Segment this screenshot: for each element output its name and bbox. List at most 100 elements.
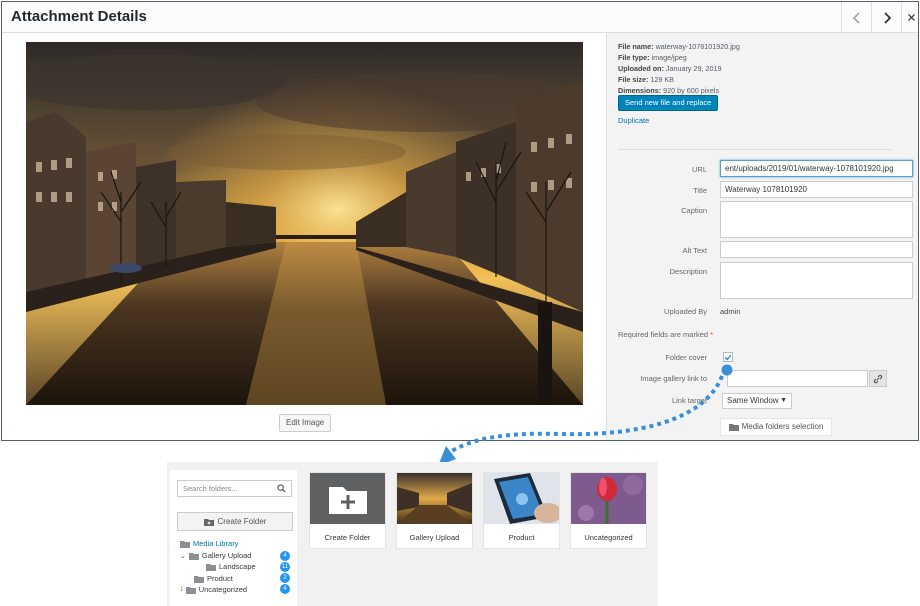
image-preview-pane: Edit Image: [2, 33, 606, 440]
checkmark-icon: [724, 354, 732, 360]
folder-icon: [180, 540, 190, 548]
folder-cover-label: Folder cover: [665, 353, 707, 362]
dimensions-value: 920 by 600 pixels: [663, 86, 720, 95]
folder-count-badge: 4: [280, 551, 290, 561]
dimensions-label: Dimensions:: [618, 86, 662, 95]
attachment-image: [26, 42, 583, 405]
tree-item-label: Media Library: [193, 539, 239, 548]
url-input[interactable]: ent/uploads/2019/01/waterway-1078101920.…: [720, 160, 913, 177]
required-star: *: [710, 330, 714, 339]
title-input[interactable]: Waterway 1078101920: [720, 181, 913, 198]
uncategorized-thumb: [571, 473, 646, 524]
tree-item-label: Product: [207, 574, 233, 583]
folder-tree-panel: Search folders... Create Folder Media Li…: [170, 470, 297, 606]
phone-thumbnail: [484, 473, 559, 524]
media-folders-selection-button[interactable]: Media folders selection: [720, 418, 832, 436]
folder-plus-icon: [203, 518, 214, 526]
media-folders-selection-label: Media folders selection: [741, 422, 824, 431]
folder-icon: [206, 563, 216, 571]
next-button[interactable]: [871, 2, 901, 33]
tree-item-product[interactable]: Product: [194, 574, 233, 583]
folder-plus-icon: [328, 486, 367, 514]
gallery-link-label: Image gallery link to: [640, 374, 707, 383]
tulip-thumbnail: [571, 473, 646, 524]
folder-icon: [188, 552, 199, 560]
tile-create-folder[interactable]: Create Folder: [309, 472, 386, 549]
description-textarea[interactable]: [720, 262, 913, 299]
link-icon: [873, 374, 883, 383]
uploaded-by-label: Uploaded By: [664, 307, 707, 316]
chevron-right-icon: [883, 11, 891, 24]
file-type-label: File type:: [618, 53, 650, 62]
tree-item-gallery-upload[interactable]: ⌄ Gallery Upload: [180, 551, 251, 560]
folder-cover-checkbox[interactable]: [723, 352, 733, 362]
product-thumb: [484, 473, 559, 524]
tree-item-label: Landscape: [219, 562, 256, 571]
folder-icon: [728, 424, 739, 431]
alt-text-label: Alt Text: [682, 246, 707, 255]
modal-header: Attachment Details: [2, 2, 918, 33]
description-label: Description: [669, 267, 707, 276]
search-icon: [277, 484, 286, 493]
gallery-upload-thumb: [397, 473, 472, 524]
required-note-text: Required fields are marked: [618, 330, 709, 339]
url-label: URL: [691, 165, 707, 174]
caret-down-icon: ▼: [780, 397, 787, 404]
uploaded-on-value: January 29, 2019: [665, 64, 722, 73]
uploaded-on-label: Uploaded on:: [618, 64, 664, 73]
tile-label: Uncategorized: [584, 533, 633, 542]
duplicate-link[interactable]: Duplicate: [618, 116, 649, 125]
tree-item-uncategorized[interactable]: ˩ Uncategorized: [180, 585, 247, 594]
tile-label: Product: [508, 533, 535, 542]
close-icon: [907, 14, 915, 21]
attachment-details-modal: Attachment Details Edit Image File name:…: [1, 1, 919, 441]
tile-uncategorized[interactable]: Uncategorized: [570, 472, 647, 549]
chevron-left-icon: [852, 11, 860, 24]
tile-label: Gallery Upload: [409, 533, 460, 542]
close-button[interactable]: [901, 2, 918, 33]
search-folders-input[interactable]: Search folders...: [177, 480, 292, 497]
tree-branch-icon: ˩: [180, 586, 183, 593]
folder-count-badge: 11: [280, 562, 290, 572]
file-size-value: 129 KB: [650, 75, 674, 84]
modal-title: Attachment Details: [11, 8, 147, 25]
tree-item-media-library[interactable]: Media Library: [180, 539, 238, 548]
gallery-link-input[interactable]: [727, 370, 868, 387]
file-name-label: File name:: [618, 42, 654, 51]
file-name-value: waterway-1078101920.jpg: [655, 42, 740, 51]
caption-textarea[interactable]: [720, 201, 913, 238]
link-button[interactable]: [869, 370, 887, 387]
edit-image-button[interactable]: Edit Image: [279, 414, 332, 432]
create-folder-label: Create Folder: [217, 517, 267, 526]
attachment-details-sidebar: File name: waterway-1078101920.jpg File …: [606, 33, 918, 440]
file-meta: File name: waterway-1078101920.jpg File …: [618, 41, 740, 96]
tree-item-label: Gallery Upload: [201, 551, 252, 560]
folder-icon: [194, 575, 204, 583]
uploaded-by-value: admin: [720, 307, 741, 316]
search-placeholder: Search folders...: [183, 484, 238, 493]
tile-label: Create Folder: [324, 533, 371, 542]
tree-item-label: Uncategorized: [198, 585, 248, 594]
canal-thumbnail: [397, 473, 472, 524]
folder-count-badge: 2: [280, 573, 290, 583]
folder-count-badge: 4: [280, 584, 290, 594]
link-target-select[interactable]: Same Window ▼: [722, 393, 792, 409]
tile-gallery-upload[interactable]: Gallery Upload: [396, 472, 473, 549]
required-note: Required fields are marked *: [618, 330, 713, 339]
file-type-value: image/jpeg: [651, 53, 687, 62]
caption-label: Caption: [681, 206, 707, 215]
tree-item-landscape[interactable]: Landscape: [206, 562, 256, 571]
previous-button[interactable]: [841, 2, 871, 33]
create-folder-thumb: [310, 473, 385, 524]
divider: [618, 149, 892, 150]
tile-product[interactable]: Product: [483, 472, 560, 549]
link-target-label: Link target: [671, 396, 707, 405]
create-folder-button[interactable]: Create Folder: [177, 512, 293, 531]
folder-icon: [185, 586, 196, 594]
alt-text-input[interactable]: [720, 241, 913, 258]
send-new-file-button[interactable]: Send new file and replace: [618, 95, 719, 111]
title-label: Title: [693, 186, 707, 195]
media-folders-panel: Search folders... Create Folder Media Li…: [167, 462, 658, 606]
chevron-down-icon: ⌄: [180, 552, 186, 560]
link-target-value: Same Window: [727, 396, 779, 405]
